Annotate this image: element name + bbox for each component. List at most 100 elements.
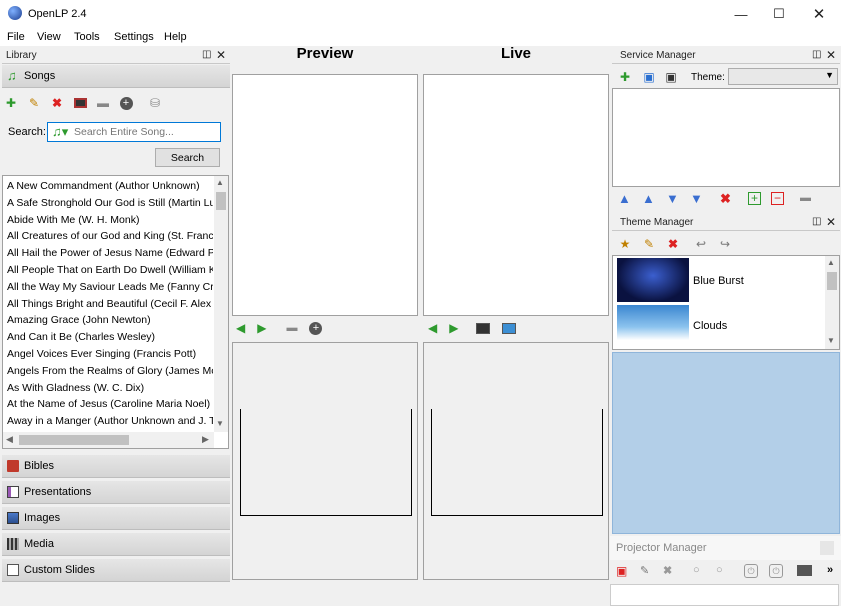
collapse-icon[interactable]: − xyxy=(771,192,784,205)
edit-icon[interactable]: ✎ xyxy=(27,96,41,110)
section-images[interactable]: Images xyxy=(2,507,230,530)
list-item[interactable]: Angels From the Realms of Glory (James M… xyxy=(3,363,213,380)
new-song-icon[interactable]: ✚ xyxy=(4,96,18,110)
go-live-icon[interactable]: ▬ xyxy=(286,322,297,334)
service-item-list[interactable] xyxy=(612,88,840,187)
blank-projector-icon[interactable] xyxy=(797,565,812,576)
export-theme-icon[interactable]: ↪ xyxy=(718,237,732,251)
float-icon[interactable]: ◫ xyxy=(812,216,821,227)
theme-list[interactable]: Blue Burst Clouds ▲ ▼ xyxy=(612,255,840,350)
list-item[interactable]: And Can it Be (Charles Wesley) xyxy=(3,329,213,346)
new-service-icon[interactable]: ✚ xyxy=(618,70,632,84)
previous-slide-icon[interactable]: ◀ xyxy=(236,321,245,335)
song-list-vscroll[interactable]: ▲ ▼ xyxy=(214,176,228,432)
hscroll-thumb[interactable] xyxy=(19,435,129,445)
close-icon[interactable]: ✕ xyxy=(826,48,836,62)
list-item[interactable]: All the Way My Saviour Leads Me (Fanny C… xyxy=(3,279,213,296)
list-item[interactable]: A Safe Stronghold Our God is Still (Mart… xyxy=(3,195,213,212)
search-field[interactable]: ♫▾ xyxy=(47,122,221,142)
edit-theme-icon[interactable]: ✎ xyxy=(642,237,656,251)
list-item[interactable]: Amazing Grace (John Newton) xyxy=(3,312,213,329)
delete-theme-icon[interactable]: ✖ xyxy=(666,237,680,251)
scroll-down-icon[interactable]: ▼ xyxy=(827,336,835,345)
import-theme-icon[interactable]: ↩ xyxy=(694,237,708,251)
menu-file[interactable]: File xyxy=(7,31,25,43)
menu-help[interactable]: Help xyxy=(164,31,187,43)
preview-slide-list[interactable] xyxy=(232,74,418,316)
more-icon[interactable]: » xyxy=(827,564,833,576)
clouds-thumbnail[interactable] xyxy=(617,305,689,349)
live-slide-list[interactable] xyxy=(423,74,609,316)
delete-icon[interactable]: ✖ xyxy=(50,96,64,110)
search-input[interactable] xyxy=(74,125,218,139)
close-icon[interactable]: ✕ xyxy=(826,215,836,229)
maximize-button[interactable]: ☐ xyxy=(757,0,801,28)
move-up-icon[interactable]: ▲ xyxy=(642,191,655,206)
projector-list[interactable] xyxy=(610,584,839,606)
move-down-icon[interactable]: ▼ xyxy=(666,191,679,206)
song-list[interactable]: A New Commandment (Author Unknown) A Safe… xyxy=(2,175,229,449)
theme-name[interactable]: Blue Burst xyxy=(693,275,744,287)
save-service-icon[interactable]: ▣ xyxy=(664,70,678,84)
list-item[interactable]: Away in a Manger (Author Unknown and J. … xyxy=(3,413,213,430)
new-theme-icon[interactable]: ★ xyxy=(618,237,632,251)
song-list-hscroll[interactable]: ◀ ▶ xyxy=(3,432,214,448)
move-to-top-icon[interactable]: ▲ xyxy=(618,191,631,206)
song-search-type-icon[interactable]: ♫▾ xyxy=(52,124,68,140)
scroll-down-icon[interactable]: ▼ xyxy=(216,419,224,428)
next-slide-icon[interactable]: ▶ xyxy=(257,321,266,335)
list-item[interactable]: All People That on Earth Do Dwell (Willi… xyxy=(3,262,213,279)
float-icon[interactable]: ◫ xyxy=(812,49,821,60)
desktop-screen-icon[interactable] xyxy=(502,322,517,334)
add-projector-icon[interactable]: ▣ xyxy=(616,564,627,578)
open-service-icon[interactable]: ▣ xyxy=(642,70,656,84)
menu-view[interactable]: View xyxy=(37,31,61,43)
list-item[interactable]: All Creatures of our God and King (St. F… xyxy=(3,228,213,245)
scroll-up-icon[interactable]: ▲ xyxy=(827,258,835,267)
section-songs[interactable]: ♫ Songs xyxy=(2,65,230,88)
list-item[interactable]: Angel Voices Ever Singing (Francis Pott) xyxy=(3,346,213,363)
list-item[interactable]: All Hail the Power of Jesus Name (Edward… xyxy=(3,245,213,262)
list-item[interactable]: Abide With Me (W. H. Monk) xyxy=(3,212,213,229)
move-to-bottom-icon[interactable]: ▼ xyxy=(690,191,703,206)
blue-burst-thumbnail[interactable] xyxy=(617,258,689,302)
connect-icon[interactable]: ○ xyxy=(693,564,700,576)
close-icon[interactable]: ✕ xyxy=(216,48,226,62)
add-to-service-icon[interactable]: + xyxy=(309,321,323,335)
list-item[interactable]: All Things Bright and Beautiful (Cecil F… xyxy=(3,296,213,313)
next-slide-icon[interactable]: ▶ xyxy=(449,321,458,335)
list-item[interactable]: At the Name of Jesus (Caroline Maria Noe… xyxy=(3,396,213,413)
expand-icon[interactable]: + xyxy=(748,192,761,205)
list-item[interactable]: As With Gladness (W. C. Dix) xyxy=(3,380,213,397)
close-window-button[interactable]: ✕ xyxy=(797,0,841,28)
edit-projector-icon[interactable]: ✎ xyxy=(640,564,649,577)
section-custom-slides[interactable]: Custom Slides xyxy=(2,559,230,582)
float-icon[interactable]: ◫ xyxy=(202,49,211,60)
delete-projector-icon[interactable]: ✖ xyxy=(663,564,672,577)
blank-screen-icon[interactable] xyxy=(476,322,491,334)
theme-list-vscroll[interactable]: ▲ ▼ xyxy=(825,256,839,349)
go-live-icon[interactable]: ▬ xyxy=(96,96,110,110)
delete-item-icon[interactable]: ✖ xyxy=(720,191,731,207)
theme-select[interactable]: ▼ xyxy=(728,68,838,85)
section-bibles[interactable]: Bibles xyxy=(2,455,230,478)
float-icon[interactable] xyxy=(820,541,834,555)
go-live-icon[interactable]: ▬ xyxy=(800,192,811,204)
search-button[interactable]: Search xyxy=(155,148,220,167)
menu-settings[interactable]: Settings xyxy=(114,31,154,43)
scroll-right-icon[interactable]: ▶ xyxy=(202,434,209,445)
scroll-up-icon[interactable]: ▲ xyxy=(216,178,224,187)
theme-name[interactable]: Clouds xyxy=(693,320,727,332)
preview-icon[interactable] xyxy=(73,96,87,110)
section-media[interactable]: Media xyxy=(2,533,230,556)
power-on-icon[interactable]: ⏻ xyxy=(744,564,758,578)
scroll-thumb[interactable] xyxy=(216,192,226,210)
list-item[interactable]: A New Commandment (Author Unknown) xyxy=(3,178,213,195)
previous-slide-icon[interactable]: ◀ xyxy=(428,321,437,335)
scroll-left-icon[interactable]: ◀ xyxy=(6,434,13,445)
add-to-service-icon[interactable]: + xyxy=(119,96,133,110)
scroll-thumb[interactable] xyxy=(827,272,837,290)
section-presentations[interactable]: Presentations xyxy=(2,481,230,504)
disconnect-icon[interactable]: ○ xyxy=(716,564,723,576)
menu-tools[interactable]: Tools xyxy=(74,31,100,43)
